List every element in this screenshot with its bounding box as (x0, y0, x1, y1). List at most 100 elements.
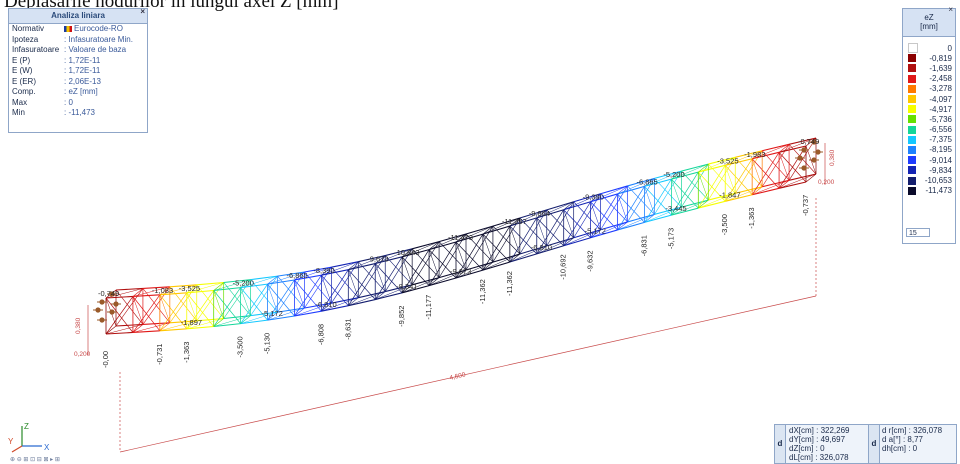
diagonal-member (374, 263, 386, 292)
info-key: Min (12, 108, 25, 117)
node-value-label: -11,362 (505, 271, 514, 296)
legend-value: -9,014 (929, 155, 952, 165)
info-key: Normativ (12, 24, 45, 33)
legend-entries: 0 -0,819 -1,639 -2,458 -3,278 -4,097 -4,917 -5,… (903, 37, 955, 196)
coord-side-right: d (868, 425, 880, 463)
info-key: Ipoteza (12, 34, 39, 44)
node-value-label: -3,445 (665, 204, 686, 213)
dimension-label: 0,200 (74, 351, 91, 358)
legend-value: -5,736 (929, 114, 952, 124)
node-value-label: -9,673 (450, 267, 471, 276)
legend-entry: 0 (903, 43, 955, 54)
legend-swatch (908, 95, 916, 104)
axis-x-label: X (44, 443, 50, 452)
legend-swatch (908, 105, 916, 114)
color-legend[interactable]: × eZ [mm] 0 -0,819 -1,639 -2,458 -3,278 -4,09… (902, 5, 956, 244)
node-value-label: -6,865 (636, 177, 657, 186)
coord-side-left: d (775, 425, 786, 463)
info-value: : -11,473 (64, 108, 95, 117)
legend-swatch (908, 84, 916, 93)
legend-swatch (908, 64, 916, 73)
diagonal-member (724, 165, 736, 194)
legend-value: -9,834 (929, 165, 952, 175)
legend-entry: -1,639 (903, 63, 955, 73)
legend-value: -10,653 (924, 176, 952, 186)
dimension-label: 0,380 (829, 149, 836, 166)
node-value-label: -6,810 (531, 243, 552, 252)
info-key: Infasuratoare (12, 45, 60, 54)
node-value-label: -9,390 (583, 193, 604, 202)
info-panel-close-icon[interactable]: × (140, 5, 145, 19)
node-value-label: -11,362 (478, 279, 487, 304)
diagonal-member (213, 290, 224, 319)
node-value-label: -3,525 (179, 284, 200, 293)
info-value: : 2,06E-13 (64, 76, 101, 86)
axis-y-label: Y (8, 437, 14, 446)
legend-swatch (908, 74, 916, 83)
node-value-label: -6,831 (639, 235, 648, 256)
legend-entry: -3,278 (903, 84, 955, 94)
legend-entry: -9,014 (903, 155, 955, 165)
diagonal-member (482, 234, 494, 263)
node-value-label: -1,363 (182, 342, 191, 363)
node-value-label: -1,083 (152, 286, 173, 295)
diagonal-member (617, 193, 628, 223)
info-panel-title: Analiza liniara (51, 11, 105, 20)
node-value-label: -1,847 (719, 190, 740, 199)
flag-icon (64, 25, 72, 32)
legend-step-input[interactable]: 15 (906, 228, 930, 237)
legend-value: -1,639 (929, 63, 952, 73)
coord-line: dL[cm] : 326,078 (789, 453, 849, 462)
info-value: : 1,72E-11 (64, 66, 101, 75)
view-toolbar[interactable]: ⊕ ⊖ ⊞ ⊡ ⊟ ⊠ ▸ ⊞ (10, 456, 60, 463)
dimension-label: 0,200 (818, 179, 835, 186)
legend-swatch (908, 135, 916, 144)
legend-entry: -4,917 (903, 104, 955, 114)
node-value-label: -6,865 (286, 271, 307, 280)
analysis-info-panel[interactable]: Analiza liniara × Normativ Eurocode-RO Ipo… (8, 5, 148, 133)
dimension-label: 0,380 (75, 317, 82, 334)
info-row: E (P): 1,72E-11 (9, 56, 147, 67)
node-value-label: -0,00 (101, 351, 110, 368)
diagonal-member (617, 214, 655, 231)
coordinates-box: d dX[cm] : 322,269 dY[cm] : 49,697 dZ[cm] … (774, 424, 957, 464)
info-value: : Valoare de baza (64, 45, 127, 54)
node-value-label: -0,731 (155, 344, 164, 365)
axis-z-label: Z (24, 422, 29, 431)
legend-swatch (908, 186, 916, 195)
axis-triad: Z X Y (8, 422, 50, 453)
info-row: Min : -11,473 (9, 108, 147, 119)
diagonal-member (590, 201, 601, 230)
node-value-label: -11,177 (424, 295, 433, 320)
info-row: E (ER): 2,06E-13 (9, 77, 147, 88)
legend-swatch (908, 43, 918, 54)
legend-swatch (908, 125, 916, 134)
legend-title: eZ (924, 13, 934, 22)
node-value-label: -10,843 (394, 248, 419, 257)
dimension-line (119, 295, 817, 453)
node-value-label: -5,200 (233, 279, 254, 288)
diagonal-member (186, 292, 198, 321)
legend-value: -3,278 (929, 84, 952, 94)
legend-entry: -10,653 (903, 175, 955, 185)
legend-swatch (908, 145, 916, 154)
legend-swatch (908, 176, 916, 185)
node-value-label: -8,631 (343, 318, 352, 339)
legend-entry: -4,097 (903, 94, 955, 104)
diagonal-member (348, 269, 359, 298)
node-value-label: -3,525 (717, 156, 738, 165)
legend-entry: -6,556 (903, 125, 955, 135)
legend-entry: -2,458 (903, 74, 955, 84)
node-value-label: -5,130 (263, 333, 272, 354)
legend-swatch (908, 166, 916, 175)
info-value: : 1,72E-11 (64, 55, 101, 65)
diagonal-member (778, 152, 790, 181)
info-value: Eurocode-RO (64, 24, 147, 35)
info-value: : eZ [mm] (64, 87, 98, 96)
legend-value: -4,917 (929, 104, 952, 114)
legend-close-icon[interactable]: × (948, 5, 953, 14)
legend-swatch (908, 54, 916, 63)
info-row: Comp.: eZ [mm] (9, 87, 147, 98)
diagonal-member (240, 287, 251, 316)
diagonal-member (536, 217, 548, 246)
